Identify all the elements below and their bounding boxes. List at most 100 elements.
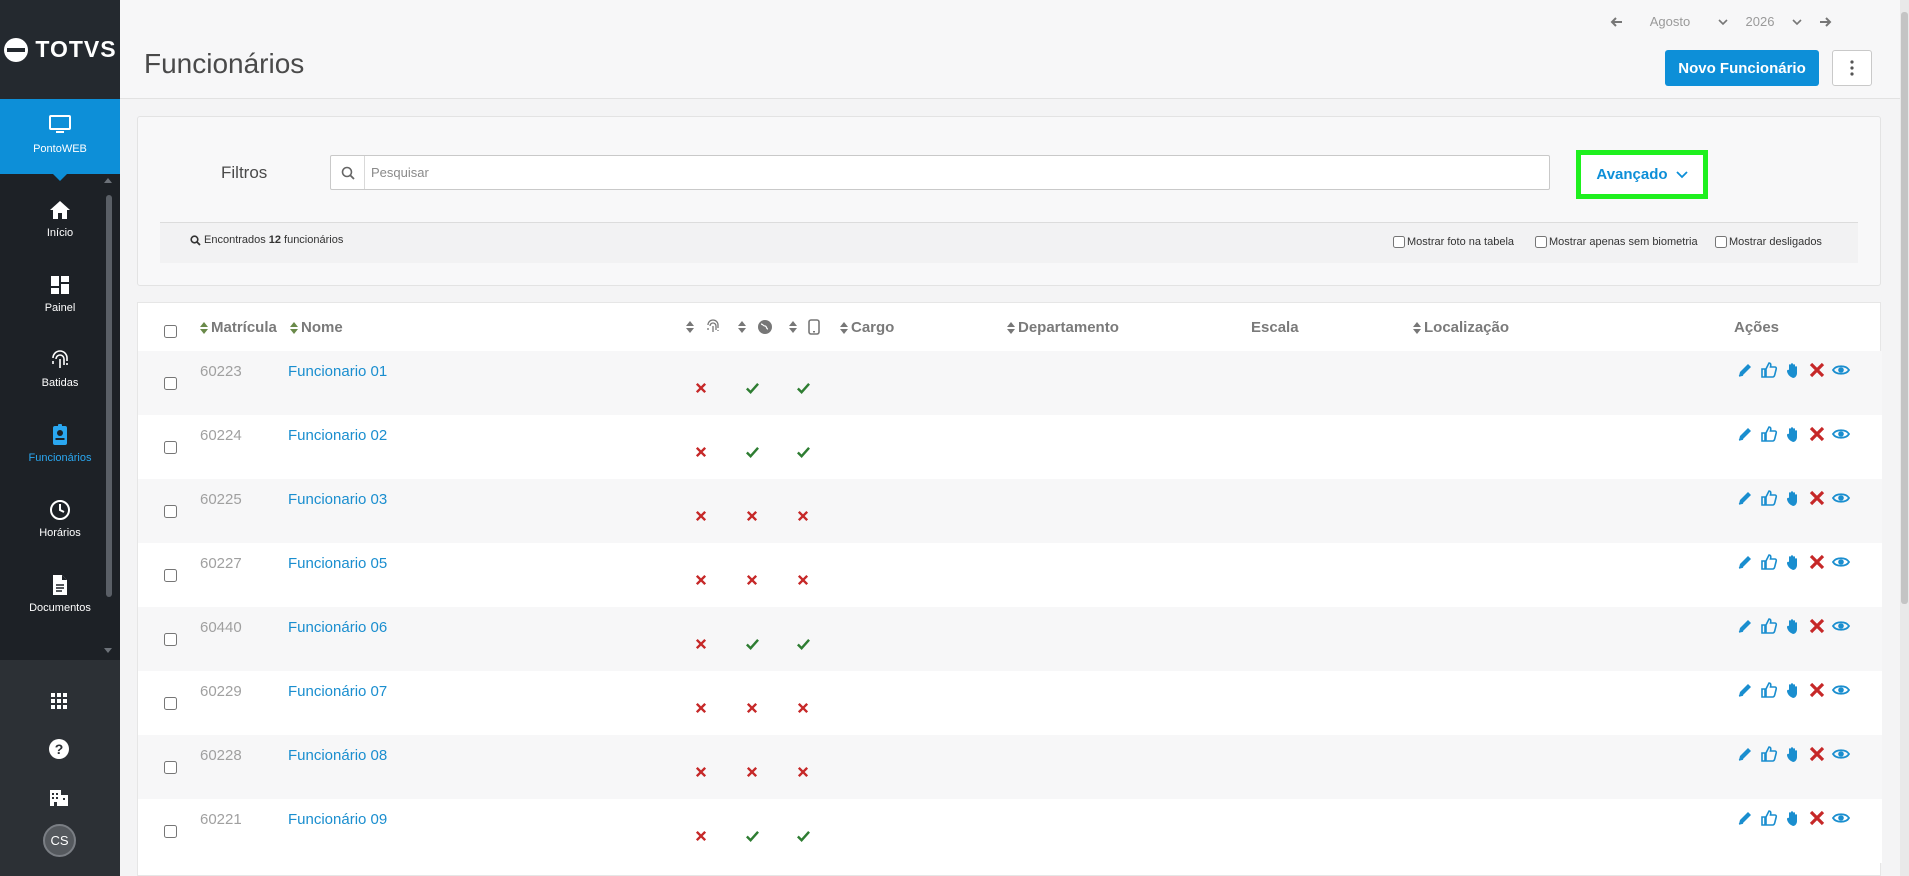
- punch-icon[interactable]: [1784, 489, 1802, 507]
- edit-icon[interactable]: [1736, 425, 1754, 443]
- row-checkbox[interactable]: [164, 825, 177, 838]
- column-biometria[interactable]: [686, 319, 721, 335]
- sidebar-item-horarios[interactable]: Horários: [0, 490, 120, 565]
- search-input[interactable]: [371, 156, 1541, 189]
- column-web[interactable]: [738, 319, 773, 335]
- approve-icon[interactable]: [1760, 489, 1778, 507]
- delete-icon[interactable]: [1808, 361, 1826, 379]
- approve-icon[interactable]: [1760, 681, 1778, 699]
- edit-icon[interactable]: [1736, 681, 1754, 699]
- row-checkbox[interactable]: [164, 697, 177, 710]
- punch-icon[interactable]: [1784, 809, 1802, 827]
- sidebar-scroll-down[interactable]: [104, 648, 112, 653]
- view-icon[interactable]: [1832, 361, 1850, 379]
- totvs-logo[interactable]: TOTVS: [0, 0, 120, 99]
- select-all-checkbox[interactable]: [164, 325, 177, 338]
- delete-icon[interactable]: [1808, 809, 1826, 827]
- clock-icon: [50, 500, 70, 520]
- year-select[interactable]: 2026: [1736, 14, 1784, 29]
- help-icon[interactable]: ?: [48, 738, 70, 760]
- approve-icon[interactable]: [1760, 361, 1778, 379]
- show-photo-checkbox[interactable]: [1393, 236, 1405, 248]
- sidebar-item-documentos[interactable]: Documentos: [0, 565, 120, 640]
- employee-name-link[interactable]: Funcionario 05: [288, 555, 387, 572]
- advanced-filter-button[interactable]: Avançado: [1576, 150, 1708, 199]
- approve-icon[interactable]: [1760, 425, 1778, 443]
- column-nome[interactable]: Nome: [290, 319, 343, 336]
- column-mobile[interactable]: [789, 319, 820, 335]
- sidebar-scroll-up[interactable]: [104, 178, 112, 183]
- no-biometry-option[interactable]: Mostrar apenas sem biometria: [1535, 236, 1698, 248]
- column-departamento[interactable]: Departamento: [1007, 319, 1119, 336]
- row-checkbox[interactable]: [164, 633, 177, 646]
- punch-icon[interactable]: [1784, 425, 1802, 443]
- month-chevron-down-icon[interactable]: [1716, 15, 1730, 29]
- punch-icon[interactable]: [1784, 681, 1802, 699]
- mobile-status-check-icon: [797, 382, 810, 394]
- view-icon[interactable]: [1832, 745, 1850, 763]
- approve-icon[interactable]: [1760, 617, 1778, 635]
- delete-icon[interactable]: [1808, 425, 1826, 443]
- edit-icon[interactable]: [1736, 617, 1754, 635]
- delete-icon[interactable]: [1808, 617, 1826, 635]
- building-icon[interactable]: [48, 786, 70, 808]
- row-checkbox[interactable]: [164, 441, 177, 454]
- column-cargo[interactable]: Cargo: [840, 319, 894, 336]
- row-checkbox[interactable]: [164, 569, 177, 582]
- employee-name-link[interactable]: Funcionario 02: [288, 427, 387, 444]
- punch-icon[interactable]: [1784, 553, 1802, 571]
- edit-icon[interactable]: [1736, 809, 1754, 827]
- sidebar-item-funcionarios[interactable]: Funcionários: [0, 415, 120, 490]
- page-scrollbar[interactable]: [1901, 12, 1908, 604]
- table-row: 60440 Funcionário 06: [138, 607, 1882, 671]
- view-icon[interactable]: [1832, 809, 1850, 827]
- user-avatar[interactable]: CS: [43, 824, 76, 857]
- employee-name-link[interactable]: Funcionário 07: [288, 683, 387, 700]
- row-checkbox[interactable]: [164, 377, 177, 390]
- approve-icon[interactable]: [1760, 553, 1778, 571]
- view-icon[interactable]: [1832, 617, 1850, 635]
- delete-icon[interactable]: [1808, 745, 1826, 763]
- previous-month-arrow-icon[interactable]: [1610, 15, 1624, 29]
- delete-icon[interactable]: [1808, 553, 1826, 571]
- more-options-button[interactable]: [1832, 50, 1872, 86]
- show-dismissed-checkbox[interactable]: [1715, 236, 1727, 248]
- column-matricula[interactable]: Matrícula: [200, 319, 277, 336]
- approve-icon[interactable]: [1760, 809, 1778, 827]
- view-icon[interactable]: [1832, 425, 1850, 443]
- employee-name-link[interactable]: Funcionario 03: [288, 491, 387, 508]
- edit-icon[interactable]: [1736, 553, 1754, 571]
- punch-icon[interactable]: [1784, 745, 1802, 763]
- sidebar-item-inicio[interactable]: Início: [0, 190, 120, 265]
- view-icon[interactable]: [1832, 489, 1850, 507]
- apps-grid-icon[interactable]: [48, 690, 70, 712]
- new-employee-button[interactable]: Novo Funcionário: [1665, 50, 1819, 86]
- column-localizacao[interactable]: Localização: [1413, 319, 1509, 336]
- sidebar-item-label: Funcionários: [28, 452, 92, 464]
- next-month-arrow-icon[interactable]: [1818, 15, 1832, 29]
- punch-icon[interactable]: [1784, 617, 1802, 635]
- edit-icon[interactable]: [1736, 745, 1754, 763]
- delete-icon[interactable]: [1808, 681, 1826, 699]
- employee-name-link[interactable]: Funcionário 08: [288, 747, 387, 764]
- sidebar-item-painel[interactable]: Painel: [0, 265, 120, 340]
- sidebar-item-batidas[interactable]: Batidas: [0, 340, 120, 415]
- no-biometry-checkbox[interactable]: [1535, 236, 1547, 248]
- punch-icon[interactable]: [1784, 361, 1802, 379]
- row-checkbox[interactable]: [164, 505, 177, 518]
- show-photo-option[interactable]: Mostrar foto na tabela: [1393, 236, 1514, 248]
- delete-icon[interactable]: [1808, 489, 1826, 507]
- employee-name-link[interactable]: Funcionário 06: [288, 619, 387, 636]
- edit-icon[interactable]: [1736, 361, 1754, 379]
- row-checkbox[interactable]: [164, 761, 177, 774]
- month-select[interactable]: Agosto: [1630, 14, 1710, 29]
- view-icon[interactable]: [1832, 681, 1850, 699]
- view-icon[interactable]: [1832, 553, 1850, 571]
- approve-icon[interactable]: [1760, 745, 1778, 763]
- employee-name-link[interactable]: Funcionário 09: [288, 811, 387, 828]
- show-dismissed-option[interactable]: Mostrar desligados: [1715, 236, 1822, 248]
- year-chevron-down-icon[interactable]: [1790, 15, 1804, 29]
- employee-name-link[interactable]: Funcionario 01: [288, 363, 387, 380]
- edit-icon[interactable]: [1736, 489, 1754, 507]
- product-switcher[interactable]: PontoWEB: [0, 99, 120, 181]
